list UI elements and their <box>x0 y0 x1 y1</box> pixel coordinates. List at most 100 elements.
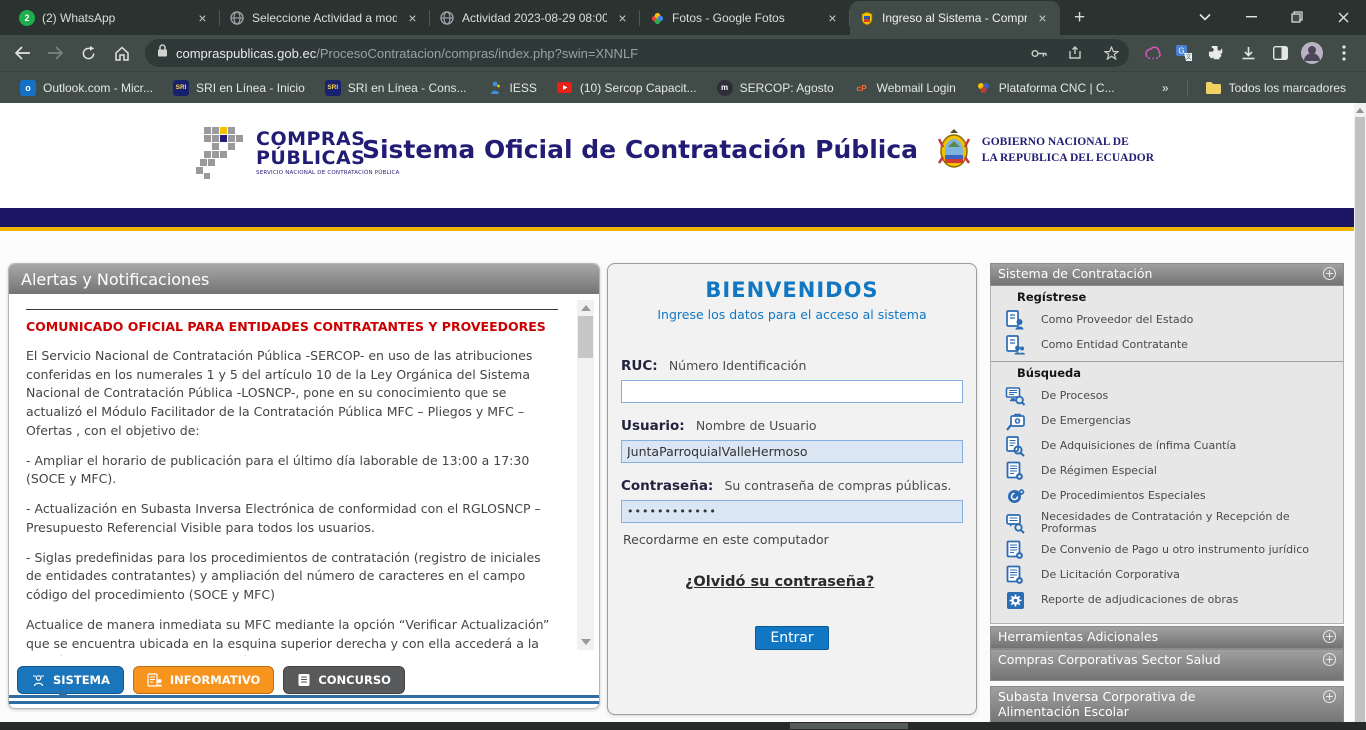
ruc-input[interactable] <box>621 380 963 403</box>
emergency-search-icon <box>1005 411 1026 432</box>
sidebar-item-entidad[interactable]: Como Entidad Contratante <box>991 333 1343 358</box>
close-window-button[interactable] <box>1320 0 1366 34</box>
sidebar-item-label: De Convenio de Pago u otro instrumento j… <box>1041 544 1309 557</box>
tab-close-icon[interactable]: × <box>614 10 631 27</box>
tab-close-icon[interactable]: × <box>194 10 211 27</box>
bookmark-sri-inicio[interactable]: SRI SRI en Línea - Inicio <box>165 77 313 99</box>
password-label: Contraseña: <box>621 478 713 494</box>
expand-plus-icon[interactable]: + <box>1323 690 1336 703</box>
tab-whatsapp[interactable]: 2 (2) WhatsApp × <box>10 1 220 35</box>
password-input[interactable] <box>621 500 963 523</box>
page-scrollbar-horizontal[interactable] <box>0 722 1366 730</box>
login-submit-button[interactable]: Entrar <box>755 626 828 650</box>
forgot-password-link[interactable]: ¿Olvidó su contraseña? <box>685 574 874 590</box>
bookmark-webmail[interactable]: cP Webmail Login <box>846 77 964 99</box>
tab-google-fotos[interactable]: Fotos - Google Fotos × <box>640 1 850 35</box>
remember-me-label[interactable]: Recordarme en este computador <box>621 532 963 547</box>
tab-ingreso-sistema-active[interactable]: Ingreso al Sistema - Compra × <box>850 1 1060 35</box>
share-icon[interactable] <box>1061 39 1089 67</box>
bookmark-plataforma-cnc[interactable]: Plataforma CNC | C... <box>968 77 1123 99</box>
back-button[interactable] <box>7 38 38 69</box>
tab-informativo-button[interactable]: INFORMATIVO <box>133 666 274 694</box>
alerts-paragraph: - Ampliar el horario de publicación para… <box>26 452 558 490</box>
bookmark-star-icon[interactable] <box>1097 39 1125 67</box>
sidebar-item-licitacion-corporativa[interactable]: De Licitación Corporativa <box>991 563 1343 588</box>
bookmark-label: (10) Sercop Capacit... <box>580 81 697 95</box>
password-hint: Su contraseña de compras públicas. <box>724 478 951 493</box>
sidebar-item-label: Necesidades de Contratación y Recepción … <box>1041 511 1337 536</box>
tab-close-icon[interactable]: × <box>1034 10 1051 27</box>
sidebar-header-subasta-inversa[interactable]: Subasta Inversa Corporativa de Alimentac… <box>990 686 1344 722</box>
bookmark-iess[interactable]: IESS <box>479 77 545 99</box>
scrollbar-thumb[interactable] <box>790 723 908 729</box>
alerts-panel-title: Alertas y Notificaciones <box>21 270 209 289</box>
username-input[interactable] <box>621 440 963 463</box>
scroll-down-icon[interactable] <box>581 639 591 645</box>
expand-plus-icon[interactable]: + <box>1323 267 1336 280</box>
doc-badge-icon <box>1005 565 1026 586</box>
download-icon[interactable] <box>1233 38 1263 68</box>
alerts-paragraph: Actualice de manera inmediata su MFC med… <box>26 616 558 656</box>
bookmarks-overflow-button[interactable]: » <box>1154 78 1177 98</box>
bookmark-label: Plataforma CNC | C... <box>999 81 1115 95</box>
minimize-button[interactable] <box>1228 0 1274 34</box>
bookmark-label: Webmail Login <box>877 81 956 95</box>
doc-badge-icon <box>1005 461 1026 482</box>
sidebar-header-herramientas[interactable]: Herramientas Adicionales + <box>990 626 1344 649</box>
new-tab-button[interactable]: + <box>1066 5 1093 32</box>
bookmark-sercop-youtube[interactable]: (10) Sercop Capacit... <box>549 77 705 99</box>
sidebar-header-sistema-contratacion[interactable]: Sistema de Contratación + <box>990 263 1344 286</box>
sidebar-header-compras-corporativas[interactable]: Compras Corporativas Sector Salud + <box>990 649 1344 681</box>
padlock-icon[interactable] <box>157 44 168 62</box>
tab-close-icon[interactable]: × <box>824 10 841 27</box>
expand-plus-icon[interactable]: + <box>1323 630 1336 643</box>
side-panel-icon[interactable] <box>1265 38 1295 68</box>
tab-title: Fotos - Google Fotos <box>672 11 817 25</box>
profile-avatar[interactable] <box>1297 38 1327 68</box>
tab-close-icon[interactable]: × <box>404 10 421 27</box>
sidebar-item-procedimientos-especiales[interactable]: De Procedimientos Especiales <box>991 484 1343 509</box>
home-button[interactable] <box>106 38 137 69</box>
tab-concurso-button[interactable]: CONCURSO <box>283 666 405 694</box>
tab-sistema-button[interactable]: SISTEMA <box>17 666 124 694</box>
address-bar[interactable]: compraspublicas.gob.ec/ProcesoContrataci… <box>145 39 1129 67</box>
extensions-puzzle-icon[interactable] <box>1201 38 1231 68</box>
sidebar-item-convenio-pago[interactable]: De Convenio de Pago u otro instrumento j… <box>991 538 1343 563</box>
sidebar-section-title: Sistema de Contratación <box>998 266 1152 282</box>
bookmark-sri-consultas[interactable]: SRI SRI en Línea - Cons... <box>317 77 475 99</box>
url-text[interactable]: compraspublicas.gob.ec/ProcesoContrataci… <box>176 46 1017 61</box>
bookmark-outlook[interactable]: o Outlook.com - Micr... <box>12 77 161 99</box>
chat-search-icon <box>1005 513 1026 534</box>
alerts-scrollbar[interactable] <box>577 300 594 650</box>
bookmark-sercop-agosto[interactable]: m SERCOP: Agosto <box>709 77 842 99</box>
sidebar-item-regimen-especial[interactable]: De Régimen Especial <box>991 459 1343 484</box>
sidebar-item-infima-cuantia[interactable]: De Adquisiciones de ínfima Cuantía <box>991 434 1343 459</box>
reload-button[interactable] <box>73 38 104 69</box>
scroll-up-icon[interactable] <box>581 305 591 311</box>
alerts-paragraph: El Servicio Nacional de Contratación Púb… <box>26 347 558 441</box>
password-key-icon[interactable] <box>1025 39 1053 67</box>
login-subtitle: Ingrese los datos para el acceso al sist… <box>621 307 963 322</box>
tab-seleccione-actividad[interactable]: Seleccione Actividad a modi × <box>220 1 430 35</box>
tab-search-chevron-icon[interactable] <box>1182 0 1228 34</box>
tab-actividad[interactable]: Actividad 2023-08-29 08:00 × <box>430 1 640 35</box>
forward-button[interactable] <box>40 38 71 69</box>
doc-search-icon <box>1005 436 1026 457</box>
browser-menu-icon[interactable] <box>1329 38 1359 68</box>
restore-button[interactable] <box>1274 0 1320 34</box>
sidebar-item-procesos[interactable]: De Procesos <box>991 384 1343 409</box>
scroll-up-icon[interactable] <box>1356 108 1364 113</box>
all-bookmarks-button[interactable]: Todos los marcadores <box>1198 77 1354 99</box>
url-host: compraspublicas.gob.ec <box>176 46 316 61</box>
tab-title: Ingreso al Sistema - Compra <box>882 11 1027 25</box>
sidebar-item-proveedor[interactable]: Como Proveedor del Estado <box>991 308 1343 333</box>
sidebar-item-emergencias[interactable]: De Emergencias <box>991 409 1343 434</box>
translate-extension-icon[interactable]: G文 <box>1169 38 1199 68</box>
page-scrollbar-vertical[interactable] <box>1354 103 1366 722</box>
extension-pink-icon[interactable] <box>1137 38 1167 68</box>
sidebar-item-reporte-obras[interactable]: Reporte de adjudicaciones de obras <box>991 588 1343 613</box>
sidebar-item-necesidades[interactable]: Necesidades de Contratación y Recepción … <box>991 509 1343 538</box>
scrollbar-thumb[interactable] <box>1355 117 1365 722</box>
scrollbar-thumb[interactable] <box>578 316 593 358</box>
expand-plus-icon[interactable]: + <box>1323 653 1336 666</box>
